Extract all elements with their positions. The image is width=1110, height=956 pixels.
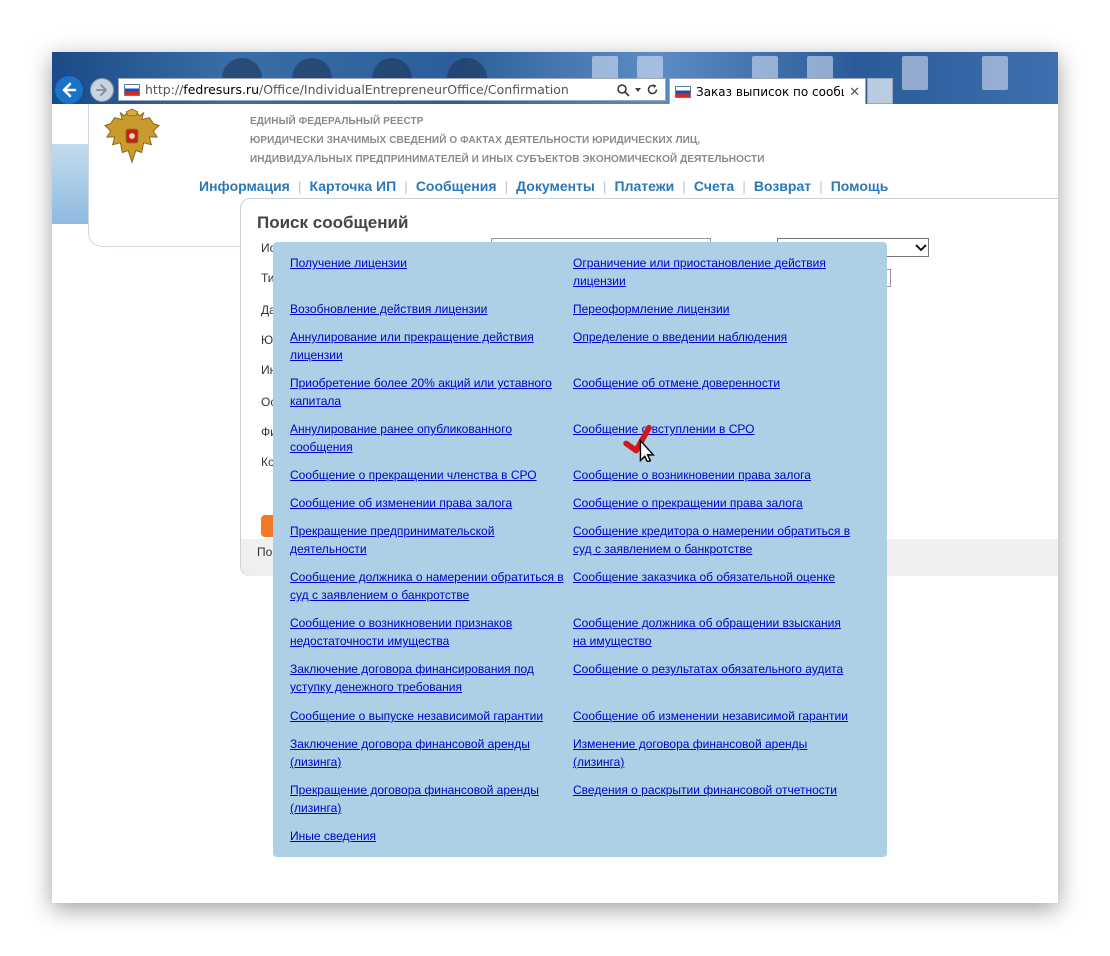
nav-separator: | [602,178,607,194]
nav-messages[interactable]: Сообщения [416,178,497,194]
type-link[interactable]: Сообщение об изменении права залога [290,494,566,512]
type-link[interactable]: Сообщение о вступлении в СРО [573,420,849,438]
status-text: По [257,545,273,559]
type-link[interactable]: Сообщение должника об обращении взыскани… [573,614,849,650]
registry-title-line-1: ЕДИНЫЙ ФЕДЕРАЛЬНЫЙ РЕЕСТР [250,116,424,127]
type-link[interactable]: Сообщение о возникновении признаков недо… [290,614,566,650]
nav-separator: | [297,178,302,194]
type-link[interactable]: Сообщение о выпуске независимой гарантии [290,707,566,725]
type-link[interactable]: Аннулирование ранее опубликованного сооб… [290,420,566,456]
chevron-down-icon [915,243,927,251]
desktop-tile [982,56,1008,90]
dropdown-caret-icon[interactable] [634,86,642,94]
nav-ip-card[interactable]: Карточка ИП [309,178,396,194]
russian-coat-of-arms-icon [104,108,160,164]
type-link[interactable]: Сообщение об отмене доверенности [573,374,849,392]
browser-toolbar: http://fedresurs.ru/Office/IndividualEnt… [52,52,1058,105]
type-link[interactable]: Заключение договора финансирования под у… [290,660,566,696]
type-link[interactable]: Заключение договора финансовой аренды (л… [290,735,566,771]
address-bar[interactable]: http://fedresurs.ru/Office/IndividualEnt… [118,78,666,101]
tab-title: Заказ выписок по сообще... [696,84,844,99]
type-link[interactable]: Сообщение об изменении независимой гаран… [573,707,855,725]
main-nav: Информация | Карточка ИП | Сообщения | Д… [199,178,888,194]
forward-arrow-icon [96,84,107,96]
nav-refund[interactable]: Возврат [754,178,811,194]
tab-favicon-icon [675,85,691,98]
refresh-icon[interactable] [646,83,659,96]
type-link[interactable]: Сообщение о прекращении права залога [573,494,849,512]
active-tab[interactable]: Заказ выписок по сообще... ✕ [669,78,866,104]
type-link[interactable]: Получение лицензии [290,254,566,272]
browser-window: http://fedresurs.ru/Office/IndividualEnt… [52,52,1058,903]
nav-separator: | [742,178,746,194]
nav-documents[interactable]: Документы [516,178,595,194]
field-label-legal: Ю [261,333,274,347]
nav-separator: | [819,178,823,194]
type-link[interactable]: Сообщение кредитора о намерении обратить… [573,522,855,558]
type-link[interactable]: Возобновление действия лицензии [290,300,566,318]
type-link[interactable]: Сообщение должника о намерении обратитьс… [290,568,570,604]
close-tab-icon[interactable]: ✕ [844,84,865,100]
new-tab-button[interactable] [867,78,893,104]
nav-separator: | [404,178,408,194]
type-link[interactable]: Сообщение о результатах обязательного ау… [573,660,855,678]
nav-separator: | [504,178,509,194]
nav-info[interactable]: Информация [199,178,290,194]
search-icon[interactable] [616,83,630,97]
type-link[interactable]: Иные сведения [290,827,566,845]
mouse-cursor-icon [623,424,655,462]
forward-button[interactable] [90,78,114,102]
type-link[interactable]: Ограничение или приостановление действия… [573,254,849,290]
type-link[interactable]: Прекращение предпринимательской деятельн… [290,522,566,558]
page-title: Поиск сообщений [257,213,409,232]
url-host: fedresurs.ru [183,82,259,97]
type-link[interactable]: Сведения о раскрытии финансовой отчетнос… [573,781,855,799]
type-link[interactable]: Аннулирование или прекращение действия л… [290,328,566,364]
nav-help[interactable]: Помощь [831,178,889,194]
type-link[interactable]: Сообщение заказчика об обязательной оцен… [573,568,855,586]
type-link[interactable]: Переоформление лицензии [573,300,849,318]
type-link[interactable]: Прекращение договора финансовой аренды (… [290,781,566,817]
nav-payments[interactable]: Платежи [615,178,675,194]
nav-invoices[interactable]: Счета [694,178,734,194]
back-arrow-icon [62,82,77,98]
url-prefix: http:// [145,82,184,97]
type-link[interactable]: Сообщение о возникновении права залога [573,466,849,484]
message-type-dropdown: Получение лицензии Возобновление действи… [273,242,887,857]
back-button[interactable] [54,75,84,105]
nav-separator: | [682,178,686,194]
type-link[interactable]: Сообщение о прекращении членства в СРО [290,466,566,484]
type-link[interactable]: Приобретение более 20% акций или уставно… [290,374,566,410]
type-link[interactable]: Определение о введении наблюдения [573,328,849,346]
registry-title-line-3: ИНДИВИДУАЛЬНЫХ ПРЕДПРИНИМАТЕЛЕЙ И ИНЫХ С… [250,154,765,165]
url-text[interactable]: http://fedresurs.ru/Office/IndividualEnt… [145,82,616,97]
site-favicon-icon [124,83,140,96]
type-link[interactable]: Изменение договора финансовой аренды (ли… [573,735,849,771]
desktop-tile [902,56,928,90]
registry-title-line-2: ЮРИДИЧЕСКИ ЗНАЧИМЫХ СВЕДЕНИЙ О ФАКТАХ ДЕ… [250,135,701,146]
url-path: /Office/IndividualEntrepreneurOffice/Con… [259,82,569,97]
